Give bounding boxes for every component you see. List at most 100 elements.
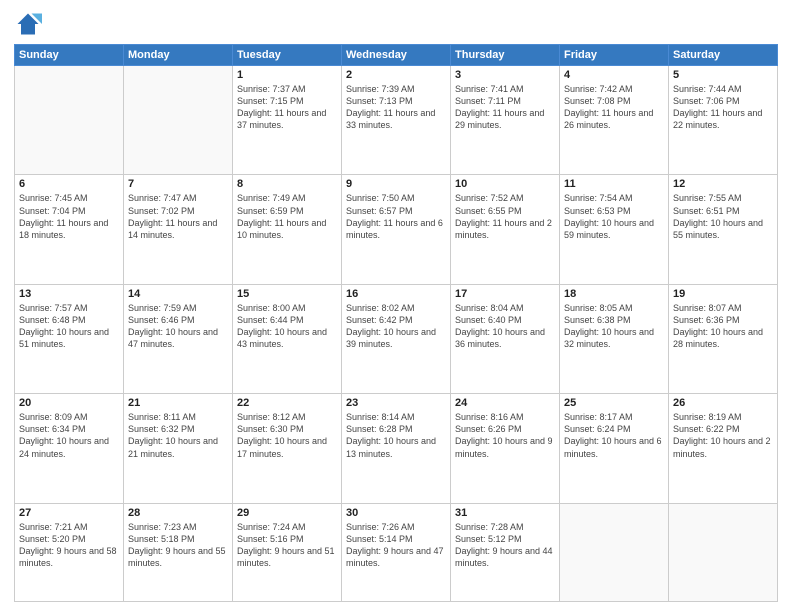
calendar-week-3: 20 Sunrise: 8:09 AM Sunset: 6:34 PM Dayli…: [15, 394, 778, 503]
calendar-cell: 9 Sunrise: 7:50 AM Sunset: 6:57 PM Daylig…: [342, 175, 451, 284]
day-info: Sunrise: 7:39 AM Sunset: 7:13 PM Dayligh…: [346, 83, 446, 132]
calendar-cell: [560, 503, 669, 602]
calendar-cell: 24Sunrise: 8:16 AM Sunset: 6:26 PM Dayli…: [451, 394, 560, 503]
calendar-cell: 14Sunrise: 7:59 AM Sunset: 6:46 PM Dayli…: [124, 284, 233, 393]
day-number: 27: [19, 507, 119, 519]
day-number: 1: [237, 69, 337, 81]
calendar-cell: 21 Sunrise: 8:11 AM Sunset: 6:32 PM Dayli…: [124, 394, 233, 503]
day-info: Sunrise: 7:44 AM Sunset: 7:06 PM Dayligh…: [673, 83, 773, 132]
day-number: 31: [455, 507, 555, 519]
day-info: Sunrise: 7:45 AM Sunset: 7:04 PM Dayligh…: [19, 192, 119, 241]
header-day-friday: Friday: [560, 45, 669, 66]
calendar-cell: 25 Sunrise: 8:17 AM Sunset: 6:24 PM Dayli…: [560, 394, 669, 503]
calendar-cell: 27Sunrise: 7:21 AM Sunset: 5:20 PM Dayli…: [15, 503, 124, 602]
day-number: 29: [237, 507, 337, 519]
day-number: 7: [128, 178, 228, 190]
calendar-week-0: 1Sunrise: 7:37 AM Sunset: 7:15 PM Daylig…: [15, 66, 778, 175]
logo-icon: [14, 10, 42, 38]
day-info: Sunrise: 7:24 AM Sunset: 5:16 PM Dayligh…: [237, 521, 337, 570]
day-info: Sunrise: 7:49 AM Sunset: 6:59 PM Dayligh…: [237, 192, 337, 241]
calendar-cell: 16 Sunrise: 8:02 AM Sunset: 6:42 PM Dayli…: [342, 284, 451, 393]
day-info: Sunrise: 7:47 AM Sunset: 7:02 PM Dayligh…: [128, 192, 228, 241]
calendar-cell: 6Sunrise: 7:45 AM Sunset: 7:04 PM Daylig…: [15, 175, 124, 284]
header-day-tuesday: Tuesday: [233, 45, 342, 66]
calendar-week-1: 6Sunrise: 7:45 AM Sunset: 7:04 PM Daylig…: [15, 175, 778, 284]
calendar-cell: 11 Sunrise: 7:54 AM Sunset: 6:53 PM Dayli…: [560, 175, 669, 284]
calendar-cell: 1Sunrise: 7:37 AM Sunset: 7:15 PM Daylig…: [233, 66, 342, 175]
calendar-week-4: 27Sunrise: 7:21 AM Sunset: 5:20 PM Dayli…: [15, 503, 778, 602]
calendar-header: SundayMondayTuesdayWednesdayThursdayFrid…: [15, 45, 778, 66]
day-number: 15: [237, 288, 337, 300]
calendar-cell: 15 Sunrise: 8:00 AM Sunset: 6:44 PM Dayli…: [233, 284, 342, 393]
day-number: 17: [455, 288, 555, 300]
calendar-cell: 5 Sunrise: 7:44 AM Sunset: 7:06 PM Daylig…: [669, 66, 778, 175]
calendar-cell: [124, 66, 233, 175]
header-day-wednesday: Wednesday: [342, 45, 451, 66]
calendar-cell: 2 Sunrise: 7:39 AM Sunset: 7:13 PM Daylig…: [342, 66, 451, 175]
day-number: 20: [19, 397, 119, 409]
calendar-cell: 10 Sunrise: 7:52 AM Sunset: 6:55 PM Dayli…: [451, 175, 560, 284]
calendar-cell: 17 Sunrise: 8:04 AM Sunset: 6:40 PM Dayli…: [451, 284, 560, 393]
day-number: 25: [564, 397, 664, 409]
calendar-table: SundayMondayTuesdayWednesdayThursdayFrid…: [14, 44, 778, 602]
calendar-cell: 19 Sunrise: 8:07 AM Sunset: 6:36 PM Dayli…: [669, 284, 778, 393]
calendar-cell: 31Sunrise: 7:28 AM Sunset: 5:12 PM Dayli…: [451, 503, 560, 602]
day-info: Sunrise: 8:17 AM Sunset: 6:24 PM Dayligh…: [564, 411, 664, 460]
day-number: 22: [237, 397, 337, 409]
day-number: 3: [455, 69, 555, 81]
day-info: Sunrise: 7:41 AM Sunset: 7:11 PM Dayligh…: [455, 83, 555, 132]
day-info: Sunrise: 8:04 AM Sunset: 6:40 PM Dayligh…: [455, 302, 555, 351]
calendar-cell: 29 Sunrise: 7:24 AM Sunset: 5:16 PM Dayli…: [233, 503, 342, 602]
day-info: Sunrise: 8:16 AM Sunset: 6:26 PM Dayligh…: [455, 411, 555, 460]
calendar-cell: 12 Sunrise: 7:55 AM Sunset: 6:51 PM Dayli…: [669, 175, 778, 284]
day-number: 21: [128, 397, 228, 409]
calendar-cell: 30 Sunrise: 7:26 AM Sunset: 5:14 PM Dayli…: [342, 503, 451, 602]
day-info: Sunrise: 7:26 AM Sunset: 5:14 PM Dayligh…: [346, 521, 446, 570]
day-number: 2: [346, 69, 446, 81]
day-number: 23: [346, 397, 446, 409]
day-info: Sunrise: 7:50 AM Sunset: 6:57 PM Dayligh…: [346, 192, 446, 241]
day-info: Sunrise: 8:05 AM Sunset: 6:38 PM Dayligh…: [564, 302, 664, 351]
day-info: Sunrise: 8:00 AM Sunset: 6:44 PM Dayligh…: [237, 302, 337, 351]
day-info: Sunrise: 7:52 AM Sunset: 6:55 PM Dayligh…: [455, 192, 555, 241]
day-info: Sunrise: 7:42 AM Sunset: 7:08 PM Dayligh…: [564, 83, 664, 132]
calendar-cell: [669, 503, 778, 602]
day-number: 5: [673, 69, 773, 81]
calendar-cell: [15, 66, 124, 175]
header: [14, 10, 778, 38]
day-number: 10: [455, 178, 555, 190]
calendar-cell: 13Sunrise: 7:57 AM Sunset: 6:48 PM Dayli…: [15, 284, 124, 393]
day-info: Sunrise: 8:07 AM Sunset: 6:36 PM Dayligh…: [673, 302, 773, 351]
day-number: 26: [673, 397, 773, 409]
day-info: Sunrise: 8:09 AM Sunset: 6:34 PM Dayligh…: [19, 411, 119, 460]
calendar-cell: 7 Sunrise: 7:47 AM Sunset: 7:02 PM Daylig…: [124, 175, 233, 284]
header-day-saturday: Saturday: [669, 45, 778, 66]
day-number: 9: [346, 178, 446, 190]
day-number: 16: [346, 288, 446, 300]
calendar-week-2: 13Sunrise: 7:57 AM Sunset: 6:48 PM Dayli…: [15, 284, 778, 393]
day-number: 13: [19, 288, 119, 300]
day-number: 30: [346, 507, 446, 519]
calendar-cell: 18 Sunrise: 8:05 AM Sunset: 6:38 PM Dayli…: [560, 284, 669, 393]
day-info: Sunrise: 7:54 AM Sunset: 6:53 PM Dayligh…: [564, 192, 664, 241]
calendar-body: 1Sunrise: 7:37 AM Sunset: 7:15 PM Daylig…: [15, 66, 778, 602]
day-info: Sunrise: 8:11 AM Sunset: 6:32 PM Dayligh…: [128, 411, 228, 460]
day-number: 28: [128, 507, 228, 519]
day-info: Sunrise: 7:59 AM Sunset: 6:46 PM Dayligh…: [128, 302, 228, 351]
day-number: 11: [564, 178, 664, 190]
calendar-cell: 3 Sunrise: 7:41 AM Sunset: 7:11 PM Daylig…: [451, 66, 560, 175]
day-number: 19: [673, 288, 773, 300]
day-info: Sunrise: 7:55 AM Sunset: 6:51 PM Dayligh…: [673, 192, 773, 241]
day-info: Sunrise: 8:19 AM Sunset: 6:22 PM Dayligh…: [673, 411, 773, 460]
day-number: 4: [564, 69, 664, 81]
calendar-cell: 28Sunrise: 7:23 AM Sunset: 5:18 PM Dayli…: [124, 503, 233, 602]
day-info: Sunrise: 8:14 AM Sunset: 6:28 PM Dayligh…: [346, 411, 446, 460]
calendar-cell: 20 Sunrise: 8:09 AM Sunset: 6:34 PM Dayli…: [15, 394, 124, 503]
day-number: 8: [237, 178, 337, 190]
calendar-cell: 4 Sunrise: 7:42 AM Sunset: 7:08 PM Daylig…: [560, 66, 669, 175]
header-row: SundayMondayTuesdayWednesdayThursdayFrid…: [15, 45, 778, 66]
day-info: Sunrise: 8:02 AM Sunset: 6:42 PM Dayligh…: [346, 302, 446, 351]
day-number: 18: [564, 288, 664, 300]
day-number: 12: [673, 178, 773, 190]
calendar-cell: 8 Sunrise: 7:49 AM Sunset: 6:59 PM Daylig…: [233, 175, 342, 284]
